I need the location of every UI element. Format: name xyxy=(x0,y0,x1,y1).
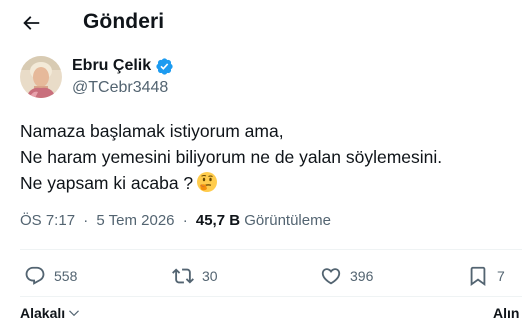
reply-button[interactable]: 558 xyxy=(24,264,77,288)
tweet-line-text: Ne yapsam ki acaba ? xyxy=(20,173,194,193)
divider xyxy=(20,249,522,250)
thinking-face-emoji xyxy=(196,171,218,193)
meta-separator: · xyxy=(83,212,89,229)
views-label: Görüntüleme xyxy=(244,212,331,229)
tweet-text: Namaza başlamak istiyorum ama, Ne haram … xyxy=(20,118,510,196)
right-link[interactable]: Alın xyxy=(493,304,519,322)
reply-icon xyxy=(25,266,45,285)
divider xyxy=(20,296,522,297)
verified-badge-icon xyxy=(155,57,174,76)
repost-button[interactable]: 30 xyxy=(172,264,218,288)
sort-dropdown[interactable]: Alakalı xyxy=(20,304,81,322)
post-time[interactable]: ÖS 7:17 xyxy=(20,212,75,229)
arrow-left-icon xyxy=(23,16,40,30)
author-handle[interactable]: @TCebr3448 xyxy=(72,78,168,98)
bookmark-button[interactable]: 7 xyxy=(467,264,505,288)
author-name[interactable]: Ebru Çelik xyxy=(72,56,174,76)
page-title: Gönderi xyxy=(83,10,165,33)
author-name-text: Ebru Çelik xyxy=(72,57,152,74)
tweet-line-last: Ne yapsam ki acaba ? xyxy=(20,170,510,196)
like-button[interactable]: 396 xyxy=(320,264,373,288)
bookmark-count: 7 xyxy=(497,268,505,284)
meta-separator: · xyxy=(182,212,188,229)
post-page: Gönderi Ebru Çelik @TCebr3448 Namaza baş… xyxy=(0,0,522,336)
tweet-line: Namaza başlamak istiyorum ama, xyxy=(20,121,284,141)
repost-icon xyxy=(172,268,194,284)
bookmark-icon xyxy=(470,266,486,287)
post-meta: ÖS 7:17 · 5 Tem 2026 · 45,7 B Görüntülem… xyxy=(20,211,331,231)
heart-icon xyxy=(321,268,341,285)
repost-count: 30 xyxy=(202,268,218,284)
sort-label: Alakalı xyxy=(20,305,66,321)
avatar[interactable] xyxy=(20,56,62,98)
back-button[interactable] xyxy=(16,8,46,38)
views-count: 45,7 B xyxy=(195,212,241,229)
like-count: 396 xyxy=(350,268,374,284)
post-date[interactable]: 5 Tem 2026 xyxy=(96,212,174,229)
top-bar: Gönderi xyxy=(0,0,522,44)
chevron-down-icon xyxy=(67,306,81,320)
tweet-line: Ne haram yemesini biliyorum ne de yalan … xyxy=(20,147,443,167)
reply-count: 558 xyxy=(54,268,78,284)
